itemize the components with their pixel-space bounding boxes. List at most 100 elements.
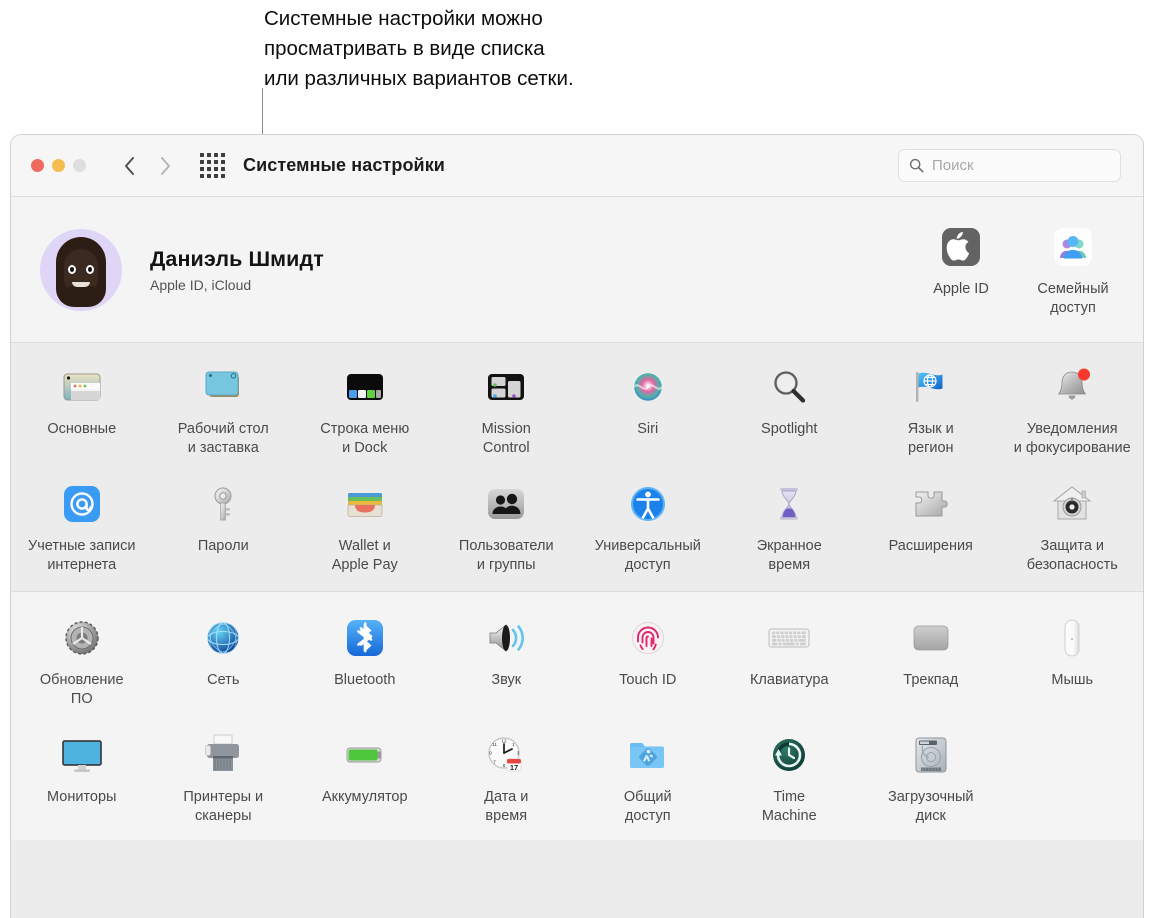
pref-label: Расширения (888, 538, 973, 554)
pref-item-desktop-screensaver[interactable]: Рабочий стол и заставка (153, 355, 295, 466)
pref-item-apple-id[interactable]: Apple ID (905, 215, 1017, 326)
pref-item-siri[interactable]: Siri (577, 355, 719, 466)
pref-label: Сеть (207, 672, 240, 688)
pref-item-security-privacy[interactable]: Защита и безопасность (1002, 472, 1144, 583)
battery-icon (339, 729, 391, 781)
system-preferences-window: Системные настройки Поиск Даниэль Шмидт … (10, 134, 1144, 918)
chevron-left-icon (124, 156, 134, 175)
pref-item-printers-scanners[interactable]: Принтеры и сканеры (153, 723, 295, 834)
pref-label: Рабочий стол и заставка (177, 421, 269, 456)
show-all-grid-icon[interactable] (200, 153, 225, 178)
pref-item-touchid-fingerprint[interactable]: Touch ID (577, 606, 719, 717)
apple-logo-icon (935, 221, 987, 273)
svg-text:12: 12 (502, 739, 508, 744)
search-input[interactable]: Поиск (898, 149, 1121, 182)
date-time-icon: 1213 567 911 17 (480, 729, 532, 781)
pref-item-sharing-folder[interactable]: Общий доступ (577, 723, 719, 834)
pref-label: Wallet и Apple Pay (331, 538, 398, 573)
svg-text:1: 1 (512, 742, 515, 747)
minimize-button[interactable] (52, 159, 65, 172)
touchid-fingerprint-icon (622, 612, 674, 664)
menubar-dock-icon (339, 361, 391, 413)
search-icon (909, 158, 924, 173)
pref-item-sound-speaker[interactable]: Звук (436, 606, 578, 717)
spotlight-icon (763, 361, 815, 413)
keyboard-icon (763, 612, 815, 664)
pref-item-bluetooth[interactable]: Bluetooth (294, 606, 436, 717)
memoji-avatar[interactable] (40, 228, 122, 311)
pref-item-internet-accounts[interactable]: Учетные записи интернета (11, 472, 153, 583)
pref-item-software-update[interactable]: Обновление ПО (11, 606, 153, 717)
pref-item-startup-disk[interactable]: Загрузочный диск (860, 723, 1002, 834)
forward-button[interactable] (152, 151, 178, 181)
pref-item-wallet-applepay[interactable]: Wallet и Apple Pay (294, 472, 436, 583)
network-globe-icon (197, 612, 249, 664)
pref-label: Мониторы (47, 789, 117, 805)
pref-item-displays[interactable]: Мониторы (11, 723, 153, 834)
trackpad-icon (905, 612, 957, 664)
pref-item-screen-time[interactable]: Экранное время (719, 472, 861, 583)
pref-item-notifications-focus[interactable]: Уведомления и фокусирование (1002, 355, 1144, 466)
pref-item-date-time[interactable]: 1213 567 911 17Дата и время (436, 723, 578, 834)
svg-text:11: 11 (492, 742, 497, 747)
pref-label: Time Machine (761, 789, 817, 824)
callout-annotation-text: Системные настройки можно просматривать … (264, 7, 574, 90)
pref-label: Клавиатура (749, 672, 829, 688)
pref-item-time-machine[interactable]: Time Machine (719, 723, 861, 834)
pref-item-menubar-dock[interactable]: Строка меню и Dock (294, 355, 436, 466)
sound-speaker-icon (480, 612, 532, 664)
account-text-block: Даниэль Шмидт Apple ID, iCloud (150, 247, 324, 293)
pref-label: Аккумулятор (321, 789, 408, 805)
pref-label: Пользователи и группы (458, 538, 554, 573)
account-name: Даниэль Шмидт (150, 246, 324, 271)
pref-label: Язык и регион (907, 421, 954, 456)
language-region-icon (905, 361, 957, 413)
time-machine-icon (763, 729, 815, 781)
page-title: Системные настройки (243, 155, 445, 175)
close-button[interactable] (31, 159, 44, 172)
printers-scanners-icon (197, 729, 249, 781)
back-button[interactable] (116, 151, 142, 181)
general-icon (56, 361, 108, 413)
traffic-lights (31, 159, 86, 172)
svg-text:9: 9 (489, 751, 492, 756)
pref-item-passwords-key[interactable]: Пароли (153, 472, 295, 583)
pref-label: Дата и время (484, 789, 529, 824)
pref-label: Основные (47, 421, 117, 437)
pref-label: Экранное время (756, 538, 822, 573)
pref-item-general[interactable]: Основные (11, 355, 153, 466)
pref-label: Mission Control (481, 421, 531, 456)
pref-item-trackpad[interactable]: Трекпад (860, 606, 1002, 717)
account-pref-icons: Apple ID Семейный доступ (905, 215, 1129, 326)
pref-label: Мышь (1051, 672, 1094, 688)
sharing-folder-icon (622, 729, 674, 781)
zoom-button[interactable] (73, 159, 86, 172)
pref-item-mission-control[interactable]: Mission Control (436, 355, 578, 466)
pref-item-accessibility[interactable]: Универсальный доступ (577, 472, 719, 583)
pref-item-keyboard[interactable]: Клавиатура (719, 606, 861, 717)
pref-item-battery[interactable]: Аккумулятор (294, 723, 436, 834)
passwords-key-icon (197, 478, 249, 530)
chevron-right-icon (160, 156, 170, 175)
pref-item-mouse[interactable]: Мышь (1002, 606, 1144, 717)
hardware-pref-grid: Обновление ПО Сеть Bluetooth Звук Touch … (11, 606, 1143, 834)
pref-item-extensions-puzzle[interactable]: Расширения (860, 472, 1002, 583)
pref-label: Spotlight (761, 421, 818, 437)
svg-text:17: 17 (510, 763, 518, 772)
pref-item-network-globe[interactable]: Сеть (153, 606, 295, 717)
internet-accounts-icon (56, 478, 108, 530)
personal-preferences-section: Основные Рабочий стол и заставка Строка … (11, 342, 1143, 592)
pref-item-family-sharing[interactable]: Семейный доступ (1017, 215, 1129, 326)
pref-item-spotlight[interactable]: Spotlight (719, 355, 861, 466)
security-privacy-icon (1046, 478, 1098, 530)
account-section: Даниэль Шмидт Apple ID, iCloud Apple ID (11, 197, 1143, 342)
pref-label: Звук (491, 672, 522, 688)
pref-item-language-region[interactable]: Язык и регион (860, 355, 1002, 466)
account-subtitle: Apple ID, iCloud (150, 276, 252, 293)
accessibility-icon (622, 478, 674, 530)
pref-label: Обновление ПО (39, 672, 124, 707)
pref-label: Учетные записи интернета (27, 538, 136, 573)
pref-item-users-groups[interactable]: Пользователи и группы (436, 472, 578, 583)
pref-label: Загрузочный диск (887, 789, 974, 824)
startup-disk-icon (905, 729, 957, 781)
